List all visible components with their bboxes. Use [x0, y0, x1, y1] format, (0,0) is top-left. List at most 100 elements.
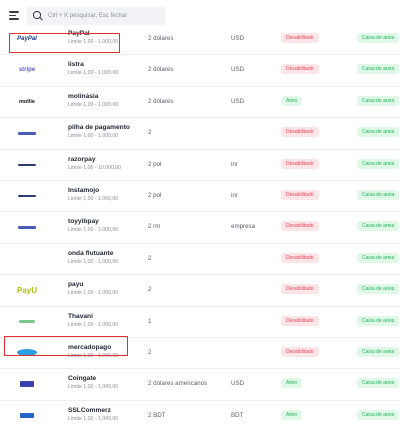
razorpay-logo-mark — [18, 163, 36, 166]
gateway-row-paypal: PayPal PayPal Limite 1,00 - 1.000,00 2 d… — [0, 24, 400, 56]
sandbox-toggle[interactable]: Caixa de areia — [357, 378, 400, 389]
sandbox-toggle[interactable]: Caixa de areia — [357, 409, 400, 420]
gateway-row-stripe: stripe listra Limite 1,00 - 1.000,00 2 d… — [0, 55, 400, 87]
paypal-logo: PayPal — [17, 36, 37, 42]
currency-code: USD — [231, 35, 245, 42]
status-toggle[interactable]: Desabilitado — [281, 158, 319, 169]
gateway-limit: Limite 1,00 - 1.000,00 — [68, 195, 119, 202]
gateway-row-thawani: Thavani Limite 1,00 - 1.000,00 1 Desabil… — [0, 307, 400, 338]
gateway-row-toyyibpay: toyyibpay Limite 1,00 - 1.000,00 2 rm em… — [0, 212, 400, 244]
sandbox-toggle[interactable]: Caixa de areia — [357, 33, 400, 43]
gateway-name: pilha de pagamento — [68, 124, 130, 132]
mercadopago-logo-mark — [17, 349, 37, 357]
gateway-row-paystack: pilha de pagamento Limite 1,00 - 1.000,0… — [0, 118, 400, 150]
status-toggle[interactable]: Desabilitado — [281, 64, 319, 75]
currency-code: empresa — [231, 223, 256, 231]
thawani-logo-mark — [19, 320, 35, 324]
gateway-name: toyyibpay — [68, 218, 99, 226]
currency-code: USD — [231, 380, 245, 388]
sandbox-toggle[interactable]: Caixa de areia — [357, 315, 400, 326]
gateway-list: PayPal PayPal Limite 1,00 - 1.000,00 2 d… — [0, 24, 400, 424]
gateway-name: molinásia — [68, 92, 99, 100]
instamojo-logo — [14, 189, 40, 203]
hamburger-menu-icon[interactable] — [9, 11, 19, 20]
status-toggle[interactable]: Desabilitado — [281, 189, 319, 200]
search-box[interactable]: Ctrl + K pesquisar, Esc fechar — [27, 7, 165, 25]
sandbox-toggle[interactable]: Caixa de areia — [357, 64, 400, 75]
gateway-name: payu — [68, 281, 84, 289]
sandbox-toggle[interactable]: Caixa de areia — [357, 127, 400, 138]
gateway-currency: 2 BDT — [148, 411, 166, 419]
stripe-logo: stripe — [18, 67, 36, 74]
gateway-row-mercadopago: mercadopago Limite 1,00 - 1.000,00 2 Des… — [0, 338, 400, 370]
gateway-row-razorpay: razorpay Limite 1,00 - 10.000,00 2 pol i… — [0, 150, 400, 181]
currency-code: BDT — [231, 411, 244, 419]
gateway-row-coingate: Coingate Limite 1,00 - 1.000,00 2 dólare… — [0, 369, 400, 401]
status-toggle[interactable]: Desabilitado — [281, 346, 319, 357]
gateway-currency: 2 dólares americanos — [148, 380, 208, 388]
gateway-currency: 2 — [148, 129, 152, 137]
currency-code: inr — [231, 160, 238, 168]
gateway-row-payu: PayU payu Limite 1,00 - 1.000,00 2 Desab… — [0, 275, 400, 307]
paystack-logo-mark — [18, 131, 36, 135]
gateway-limit: Limite 1,00 - 1.000,00 — [68, 321, 119, 328]
sslcommerz-logo-mark — [20, 413, 34, 419]
status-toggle[interactable]: Ativo — [281, 378, 303, 389]
gateway-limit: Limite 1,00 - 1.000,00 — [68, 101, 119, 108]
status-toggle[interactable]: Desabilitado — [281, 127, 319, 138]
toyyibpay-logo-mark — [18, 225, 36, 229]
gateway-limit: Limite 1,00 - 1.000,00 — [68, 39, 119, 45]
gateway-name: Thavani — [68, 312, 93, 320]
search-placeholder[interactable]: Ctrl + K pesquisar, Esc fechar — [48, 13, 127, 19]
gateway-limit: Limite 1,00 - 10.000,00 — [68, 164, 122, 171]
gateway-currency: 2 pol — [148, 191, 162, 199]
currency-code: inr — [231, 191, 238, 199]
gateway-currency: 2 rm — [148, 223, 161, 231]
gateway-name: SSLCommerz — [68, 406, 111, 414]
gateway-limit: Limite 1,00 - 1.000,00 — [68, 70, 119, 77]
gateway-name: mercadopago — [68, 343, 112, 351]
sslcommerz-logo — [14, 409, 40, 423]
gateway-row-instamojo: Instamojo Limite 1,00 - 1.000,00 2 pol i… — [0, 181, 400, 213]
gateway-currency: 2 dólares — [148, 35, 174, 42]
gateway-limit: Limite 1,00 - 1.000,00 — [68, 227, 119, 234]
gateway-name: Coingate — [68, 375, 97, 383]
gateway-row-sslcommerz: SSLCommerz Limite 1,00 - 1.000,00 2 BDT … — [0, 401, 400, 424]
sandbox-toggle[interactable]: Caixa de areia — [357, 252, 400, 263]
gateway-currency: 2 pol — [148, 160, 162, 168]
toyyibpay-logo — [14, 220, 40, 234]
coingate-logo-mark — [20, 381, 34, 388]
sandbox-toggle[interactable]: Caixa de areia — [357, 158, 400, 169]
gateway-row-flutterwave: onda flutuante Limite 1,00 - 1.000,00 2 … — [0, 244, 400, 276]
currency-code: USD — [231, 66, 245, 74]
mercadopago-logo — [14, 346, 40, 360]
gateway-row-mollie: mollie molinásia Limite 1,00 - 1.000,00 … — [0, 87, 400, 119]
gateway-limit: Limite 1,00 - 1.000,00 — [68, 290, 119, 297]
status-toggle[interactable]: Desabilitado — [281, 252, 319, 263]
sandbox-toggle[interactable]: Caixa de areia — [357, 189, 400, 200]
paystack-logo — [14, 126, 40, 140]
sandbox-toggle[interactable]: Caixa de areia — [357, 346, 400, 357]
mollie-logo: mollie — [19, 98, 35, 105]
gateway-limit: Limite 1,00 - 1.000,00 — [68, 352, 119, 359]
status-toggle[interactable]: Desabilitado — [281, 33, 319, 43]
payu-logo: PayU — [16, 285, 37, 295]
gateway-currency: 1 — [148, 317, 152, 325]
status-toggle[interactable]: Desabilitado — [281, 284, 319, 295]
status-toggle[interactable]: Ativo — [281, 409, 303, 420]
gateway-limit: Limite 1,00 - 1.000,00 — [68, 258, 119, 265]
status-toggle[interactable]: Ativo — [281, 95, 303, 106]
gateway-name: PayPal — [68, 30, 90, 37]
status-toggle[interactable]: Desabilitado — [281, 315, 319, 326]
search-icon — [33, 11, 43, 21]
coingate-logo — [14, 377, 40, 391]
sandbox-toggle[interactable]: Caixa de areia — [357, 221, 400, 232]
gateway-limit: Limite 1,00 - 1.000,00 — [68, 384, 119, 391]
gateway-name: razorpay — [68, 155, 96, 163]
status-toggle[interactable]: Desabilitado — [281, 221, 319, 232]
gateway-currency: 2 — [148, 254, 152, 262]
sandbox-toggle[interactable]: Caixa de areia — [357, 95, 400, 106]
gateway-currency: 2 dólares — [148, 97, 174, 105]
sandbox-toggle[interactable]: Caixa de areia — [357, 284, 400, 295]
thawani-logo — [14, 315, 40, 329]
